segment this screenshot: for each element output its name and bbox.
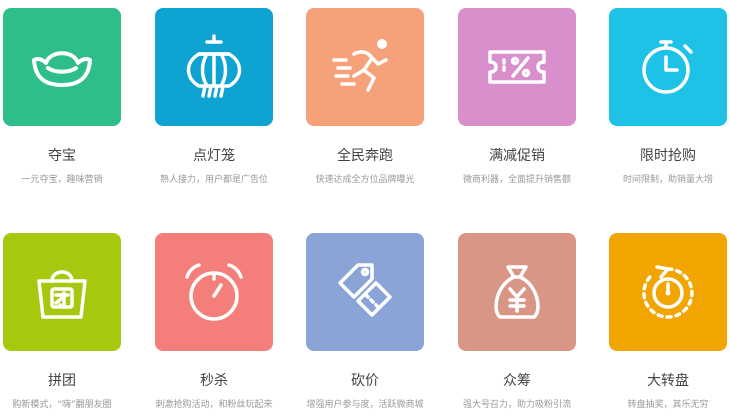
feature-tile[interactable] bbox=[458, 8, 576, 126]
spin-wheel-icon bbox=[642, 265, 694, 319]
feature-tile[interactable] bbox=[306, 233, 424, 351]
feature-title: 满减促销 bbox=[489, 148, 545, 164]
feature-card-flash-sale[interactable]: 限时抢购 时间限制，助销量大增 bbox=[609, 8, 727, 186]
feature-card-wheel[interactable]: 大转盘 转盘抽奖，其乐无穷 bbox=[609, 233, 727, 411]
feature-tile[interactable] bbox=[155, 233, 273, 351]
feature-card-lantern[interactable]: 点灯笼 熟人接力，用户都是广告位 bbox=[155, 8, 273, 186]
feature-title: 众筹 bbox=[503, 373, 531, 389]
feature-description: 增强用户参与度，活跃微商城 bbox=[306, 400, 424, 410]
feature-description: 时间限制，助销量大增 bbox=[622, 175, 713, 185]
shopping-bag-icon bbox=[37, 270, 87, 319]
feature-title: 大转盘 bbox=[647, 373, 689, 389]
feature-title: 拼团 bbox=[48, 373, 76, 389]
feature-description: 强大号召力，助力吸粉引流 bbox=[462, 400, 571, 410]
feature-card-seckill[interactable]: 秒杀 刺激抢购活动，和粉丝玩起来 bbox=[155, 233, 273, 411]
feature-description: 刺激抢购活动，和粉丝玩起来 bbox=[155, 400, 273, 410]
money-bag-icon bbox=[494, 265, 540, 319]
feature-title: 砍价 bbox=[351, 373, 379, 389]
feature-description: 快速达成全方位品牌曝光 bbox=[315, 175, 415, 185]
feature-description: 熟人接力，用户都是广告位 bbox=[159, 175, 268, 185]
feature-title: 点灯笼 bbox=[193, 148, 235, 164]
feature-card-crowdfunding[interactable]: 众筹 强大号召力，助力吸粉引流 bbox=[458, 233, 576, 411]
feature-tile[interactable] bbox=[458, 233, 576, 351]
feature-card-group-buy[interactable]: 拼团 购新模式，“嗨”翻朋友圈 bbox=[3, 233, 121, 411]
discount-ticket-icon bbox=[488, 50, 546, 84]
feature-description: 购新模式，“嗨”翻朋友圈 bbox=[12, 400, 112, 410]
feature-description: 转盘抽奖，其乐无穷 bbox=[627, 400, 709, 410]
feature-tile[interactable] bbox=[3, 8, 121, 126]
feature-tile[interactable] bbox=[155, 8, 273, 126]
feature-tile[interactable] bbox=[3, 233, 121, 351]
feature-title: 限时抢购 bbox=[640, 148, 696, 164]
feature-tile[interactable] bbox=[609, 8, 727, 126]
lantern-icon bbox=[186, 34, 242, 98]
stopwatch-icon bbox=[642, 40, 693, 94]
price-tag-icon bbox=[338, 263, 392, 317]
feature-description: 微商利器，全面提升销售额 bbox=[462, 175, 571, 185]
alarm-clock-icon bbox=[185, 263, 243, 321]
runner-icon bbox=[332, 39, 388, 92]
feature-card-bargain[interactable]: 砍价 增强用户参与度，活跃微商城 bbox=[306, 233, 424, 411]
feature-description: 一元夺宝，趣味营销 bbox=[21, 175, 103, 185]
feature-card-running[interactable]: 全民奔跑 快速达成全方位品牌曝光 bbox=[306, 8, 424, 186]
feature-title: 夺宝 bbox=[48, 148, 76, 164]
feature-tile[interactable] bbox=[609, 233, 727, 351]
feature-card-duobao[interactable]: 夺宝 一元夺宝，趣味营销 bbox=[3, 8, 121, 186]
feature-title: 全民奔跑 bbox=[337, 148, 393, 164]
ingot-icon bbox=[32, 51, 92, 87]
feature-card-discount[interactable]: 满减促销 微商利器，全面提升销售额 bbox=[458, 8, 576, 186]
feature-tile[interactable] bbox=[306, 8, 424, 126]
feature-title: 秒杀 bbox=[200, 373, 228, 389]
